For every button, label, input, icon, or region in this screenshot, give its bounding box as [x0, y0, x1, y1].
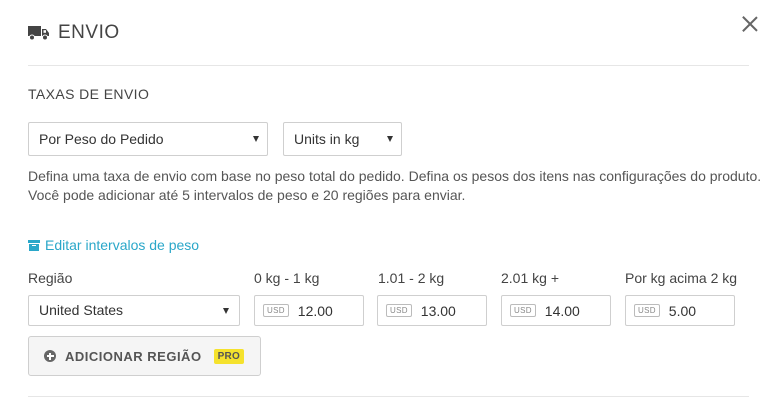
- rate-input-range-3[interactable]: USD 14.00: [501, 295, 611, 326]
- currency-badge: USD: [263, 304, 289, 317]
- column-header-range-2: 1.01 - 2 kg: [378, 270, 445, 286]
- dropdown-arrow-icon: [387, 136, 393, 142]
- rate-value: 14.00: [544, 302, 580, 319]
- rate-value: 12.00: [297, 302, 333, 319]
- add-region-button[interactable]: ADICIONAR REGIÃO PRO: [28, 336, 261, 376]
- edit-weight-ranges-link[interactable]: Editar intervalos de peso: [28, 237, 199, 253]
- dropdown-arrow-icon: [223, 308, 229, 314]
- rate-type-value: Por Peso do Pedido: [39, 131, 164, 147]
- close-icon[interactable]: [741, 15, 759, 33]
- description-line-1: Defina uma taxa de envio com base no pes…: [28, 168, 762, 184]
- rate-description: Defina uma taxa de envio com base no pes…: [28, 167, 768, 205]
- truck-icon: [28, 26, 49, 41]
- section-title: TAXAS DE ENVIO: [28, 86, 150, 102]
- rate-type-select[interactable]: Por Peso do Pedido: [28, 122, 268, 156]
- edit-weight-ranges-label: Editar intervalos de peso: [45, 237, 200, 253]
- description-line-2: Você pode adicionar até 5 intervalos de …: [28, 187, 466, 203]
- units-select[interactable]: Units in kg: [283, 122, 402, 156]
- plus-circle-icon: [44, 350, 56, 362]
- divider: [28, 396, 749, 397]
- column-header-region: Região: [28, 270, 73, 286]
- currency-badge: USD: [510, 304, 536, 317]
- rate-input-range-1[interactable]: USD 12.00: [254, 295, 364, 326]
- currency-badge: USD: [634, 304, 660, 317]
- rate-value: 5.00: [668, 302, 697, 319]
- divider: [28, 65, 749, 66]
- add-region-label: ADICIONAR REGIÃO: [65, 348, 202, 364]
- currency-badge: USD: [386, 304, 412, 317]
- rate-input-range-2[interactable]: USD 13.00: [377, 295, 487, 326]
- modal-header: ENVIO: [28, 22, 120, 44]
- pro-badge: PRO: [213, 348, 245, 364]
- units-value: Units in kg: [294, 131, 360, 147]
- box-icon: [28, 239, 40, 251]
- dropdown-arrow-icon: [253, 136, 259, 142]
- region-value: United States: [39, 302, 124, 318]
- column-header-range-4: Por kg acima 2 kg: [625, 270, 738, 286]
- rate-input-range-4[interactable]: USD 5.00: [625, 295, 735, 326]
- column-header-range-3: 2.01 kg +: [501, 270, 559, 286]
- region-select[interactable]: United States: [28, 295, 240, 326]
- column-header-range-1: 0 kg - 1 kg: [254, 270, 320, 286]
- modal-title: ENVIO: [58, 22, 120, 43]
- rate-value: 13.00: [420, 302, 456, 319]
